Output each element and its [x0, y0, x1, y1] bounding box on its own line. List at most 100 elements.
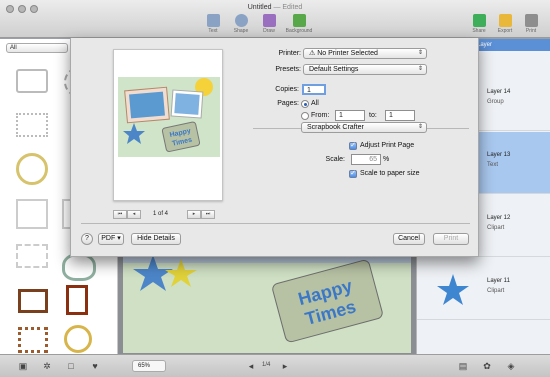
window-title-name: Untitled [247, 4, 272, 11]
bottom-toolbar: ▣ ✲ □ ♥ 65% ◂ 1/4 ▸ ▤ ✿ ◈ [0, 354, 550, 377]
pages-to-input[interactable]: 1 [385, 110, 415, 121]
pages-icon[interactable]: ▤ [458, 361, 468, 371]
category-filter-value: All [10, 45, 17, 51]
background-tool-icon [292, 14, 306, 27]
frame-clipart[interactable] [66, 285, 88, 315]
shape-tool-button[interactable]: Shape [228, 14, 254, 34]
layer-type: Clipart [487, 288, 505, 294]
scale-unit: % [383, 156, 390, 163]
printer-label: Printer: [278, 50, 301, 57]
zoom-value: 65% [138, 363, 151, 369]
section-select[interactable]: Scrapbook Crafter ⇕ [301, 122, 427, 133]
presets-select-value: Default Settings [309, 66, 359, 73]
pages-range-radio[interactable] [301, 112, 309, 120]
settings-icon[interactable]: ✿ [482, 361, 492, 371]
print-button[interactable]: Print [433, 233, 469, 245]
pdf-menu-button[interactable]: PDF ▾ [98, 233, 124, 245]
footer-divider [81, 223, 470, 224]
share-icon [472, 14, 486, 27]
previous-page-icon[interactable]: ◂ [246, 361, 256, 371]
pdf-menu-label: PDF [101, 235, 116, 242]
printer-select-value: ⚠ No Printer Selected [309, 50, 378, 57]
help-button[interactable]: ? [81, 233, 93, 245]
background-tool-label: Background [285, 28, 313, 34]
scale-to-paper-checkbox[interactable]: ✓ [349, 170, 357, 178]
frame-clipart[interactable] [18, 327, 48, 353]
print-toolbar-label: Print [525, 28, 537, 34]
adjust-print-page-checkbox[interactable]: ✓ [349, 142, 357, 150]
copies-label: Copies: [275, 86, 299, 93]
chevron-updown-icon: ⇕ [417, 124, 423, 130]
export-button[interactable]: Export [492, 14, 518, 34]
category-filter-dropdown[interactable]: All [6, 43, 68, 53]
shape-tool-label: Shape [233, 28, 249, 34]
draw-tool-icon [262, 14, 276, 27]
draw-tool-button[interactable]: Draw [256, 14, 282, 34]
preview-artwork: Happy Times [118, 77, 220, 157]
draw-tool-label: Draw [263, 28, 275, 34]
preview-scrapbook-image: Happy Times [118, 77, 220, 157]
print-dialog: Happy Times ⏮ ◂ 1 of 4 ▸ ⏭ Printer: ⚠ No… [70, 38, 479, 257]
chevron-updown-icon: ⇕ [417, 66, 423, 72]
chevron-updown-icon: ⇕ [417, 50, 423, 56]
printer-select[interactable]: ⚠ No Printer Selected ⇕ [303, 48, 427, 59]
layers-icon[interactable]: ◈ [506, 361, 516, 371]
starfish-thumbnail-icon [437, 274, 469, 305]
text-tool-label: Text [208, 28, 218, 34]
scale-input[interactable]: 65 [351, 154, 381, 165]
layer-type: Group [487, 99, 504, 105]
window-title-edited: — Edited [273, 4, 303, 11]
hide-details-button[interactable]: Hide Details [131, 233, 181, 245]
frame-clipart[interactable] [16, 69, 48, 93]
layer-name: Layer 14 [487, 89, 511, 95]
frame-clipart[interactable] [16, 113, 48, 137]
pages-from-input[interactable]: 1 [335, 110, 365, 121]
export-icon [498, 14, 512, 27]
photo-icon[interactable]: ▣ [18, 361, 28, 371]
presets-select[interactable]: Default Settings ⇕ [303, 64, 427, 75]
print-preview: Happy Times [113, 49, 223, 201]
window-title: Untitled — Edited [0, 4, 550, 11]
scale-label: Scale: [325, 156, 345, 163]
adjust-print-page-label: Adjust Print Page [360, 142, 415, 149]
prev-page-button[interactable]: ◂ [127, 210, 141, 219]
share-label: Share [472, 28, 486, 34]
cancel-button[interactable]: Cancel [393, 233, 425, 245]
print-toolbar-button[interactable]: Print [518, 14, 544, 34]
zoom-dropdown[interactable]: 65% [132, 360, 166, 372]
pages-from-label: From: [311, 112, 330, 119]
pages-all-radio[interactable] [301, 100, 309, 108]
copies-input[interactable]: 1 [302, 84, 326, 95]
section-select-value: Scrapbook Crafter [307, 124, 364, 131]
frame-clipart[interactable] [62, 253, 96, 281]
export-label: Export [497, 28, 513, 34]
heart-icon[interactable]: ♥ [90, 361, 100, 371]
preview-pager: ⏮ ◂ 1 of 4 ▸ ⏭ [113, 210, 223, 219]
frame-clipart[interactable] [18, 289, 48, 313]
pages-to-label: to: [369, 112, 377, 119]
layer-item[interactable]: Layer 11 Clipart [417, 258, 550, 320]
share-button[interactable]: Share [466, 14, 492, 34]
frame-clipart[interactable] [16, 199, 48, 229]
shape-tool-icon [234, 14, 248, 27]
gear-icon[interactable]: ✲ [42, 361, 52, 371]
pages-all-label: All [311, 100, 319, 107]
frame-clipart[interactable] [16, 244, 48, 268]
frame-clipart[interactable] [16, 153, 48, 185]
text-tool-button[interactable]: Text [200, 14, 226, 34]
layer-name: Layer 11 [487, 278, 510, 284]
layer-type: Clipart [487, 225, 505, 231]
page-indicator: 1/4 [262, 362, 271, 368]
layer-name: Layer 13 [487, 152, 511, 158]
last-page-button[interactable]: ⏭ [201, 210, 215, 219]
printer-icon [524, 14, 538, 27]
scale-to-paper-label: Scale to paper size [360, 170, 420, 177]
next-page-icon[interactable]: ▸ [280, 361, 290, 371]
frame-clipart[interactable] [64, 325, 92, 353]
background-tool-button[interactable]: Background [284, 14, 314, 34]
first-page-button[interactable]: ⏮ [113, 210, 127, 219]
text-tool-icon [206, 14, 220, 27]
chevron-down-icon: ▾ [117, 235, 121, 242]
frame-icon[interactable]: □ [66, 361, 76, 371]
next-page-button[interactable]: ▸ [187, 210, 201, 219]
